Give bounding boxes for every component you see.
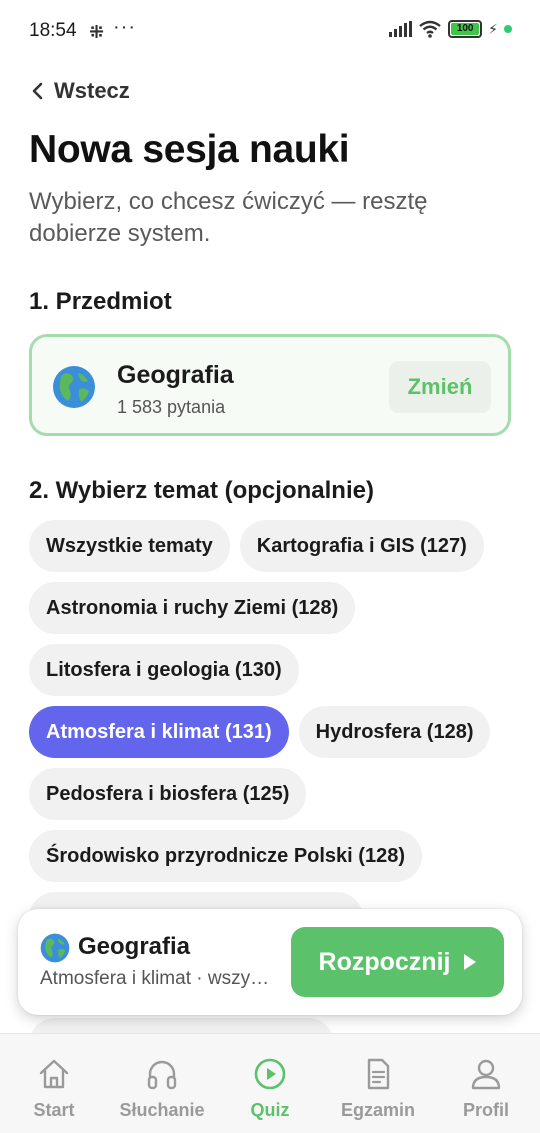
signal-icon <box>389 21 413 37</box>
start-button[interactable]: Rozpocznij <box>291 927 504 997</box>
start-bar-subject: Geografia <box>78 933 191 960</box>
topic-chip-selected[interactable]: Atmosfera i klimat (131) <box>29 706 289 758</box>
nav-label: Quiz <box>250 1100 290 1120</box>
nav-item-profile[interactable]: Profil <box>432 1034 540 1133</box>
topic-chip[interactable]: Kartografia i GIS (127) <box>239 520 484 572</box>
topic-section-heading: 2. Wybierz temat (opcjonalnie) <box>29 477 374 504</box>
nav-label: Start <box>33 1100 75 1120</box>
battery-level: 100 <box>451 23 480 35</box>
chevron-left-icon <box>32 82 43 100</box>
subject-card[interactable]: Geografia 1 583 pytania Zmień <box>29 334 511 436</box>
back-label: Wstecz <box>54 78 130 103</box>
page-subtitle: Wybierz, co chcesz ćwiczyć — resztę dobi… <box>29 188 428 247</box>
wifi-icon <box>419 20 441 38</box>
nav-item-start[interactable]: Start <box>0 1034 108 1133</box>
globe-icon <box>53 366 95 408</box>
nav-label: Egzamin <box>340 1100 415 1120</box>
topic-chip[interactable]: Środowisko przyrodnicze Polski (128) <box>29 830 422 882</box>
charging-icon: ⚡ <box>488 20 498 37</box>
topic-chip[interactable]: Astronomia i ruchy Ziemi (128) <box>29 582 356 634</box>
globe-icon <box>40 933 70 963</box>
subject-question-count: 1 583 pytania <box>117 397 226 417</box>
start-session-bar: Geografia Atmosfera i klimat · wszy… Roz… <box>18 909 522 1015</box>
change-subject-button[interactable]: Zmień <box>389 361 491 413</box>
back-button[interactable]: Wstecz <box>30 78 130 104</box>
more-notifications-icon: ··· <box>113 16 136 38</box>
subject-section-heading: 1. Przedmiot <box>29 288 172 315</box>
status-indicators: 100 ⚡ <box>389 20 512 38</box>
status-time: 18:54 <box>29 20 77 41</box>
status-bar: 18:54 ⁜ ··· 100 ⚡ <box>0 0 540 64</box>
nav-label: Profil <box>462 1100 509 1120</box>
privacy-dot-icon <box>504 25 512 33</box>
page-title: Nowa sesja nauki <box>29 128 350 171</box>
user-icon <box>471 1059 501 1090</box>
subject-name: Geografia <box>117 361 234 389</box>
topic-chip[interactable]: Wszystkie tematy <box>29 520 230 572</box>
headphones-icon <box>147 1060 177 1090</box>
nav-item-listening[interactable]: Słuchanie <box>108 1034 216 1133</box>
topic-chip[interactable]: Pedosfera i biosfera (125) <box>29 768 307 820</box>
nav-item-exam[interactable]: Egzamin <box>324 1034 432 1133</box>
topic-chip[interactable]: Hydrosfera (128) <box>298 706 491 758</box>
play-icon <box>464 954 477 970</box>
home-icon <box>39 1059 69 1089</box>
nav-item-quiz[interactable]: Quiz <box>216 1034 324 1133</box>
topic-chip-list: Wszystkie tematy Kartografia i GIS (127)… <box>29 520 519 944</box>
start-button-label: Rozpocznij <box>318 947 451 976</box>
slack-icon: ⁜ <box>89 22 105 42</box>
topic-chip[interactable]: Litosfera i geologia (130) <box>29 644 299 696</box>
bottom-navigation: Start Słuchanie Quiz Egzamin Profil <box>0 1033 540 1133</box>
nav-label: Słuchanie <box>119 1100 205 1120</box>
play-circle-icon <box>254 1058 286 1090</box>
battery-icon: 100 <box>448 20 483 38</box>
start-bar-topic-summary: Atmosfera i klimat · wszy… <box>40 968 270 989</box>
document-icon <box>367 1058 390 1090</box>
